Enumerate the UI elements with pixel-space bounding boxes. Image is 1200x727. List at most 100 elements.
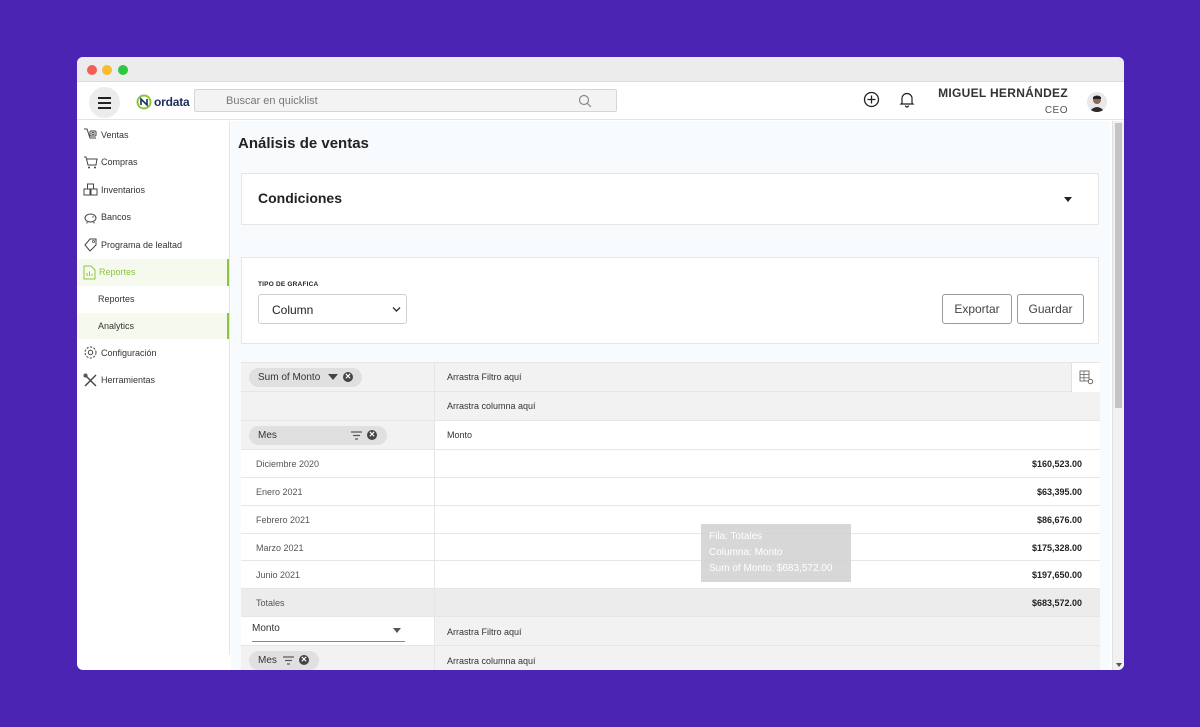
avatar[interactable] <box>1087 92 1107 112</box>
app-window: ordata Buscar en quicklist MIGUEL HERNÁN… <box>77 57 1124 670</box>
totals-row[interactable]: Totales $683,572.00 <box>241 589 1100 617</box>
cell-tooltip: Fila: Totales Columna: Monto Sum of Mont… <box>701 524 851 582</box>
maximize-window-button[interactable] <box>118 65 128 75</box>
piggy-bank-icon <box>84 213 97 224</box>
filter-drop-zone-2[interactable]: Arrastra Filtro aquí <box>447 627 522 637</box>
table-settings-button[interactable] <box>1071 363 1100 393</box>
top-header: ordata Buscar en quicklist MIGUEL HERNÁN… <box>77 83 1124 120</box>
main-content: Análisis de ventas Condiciones TIPO DE G… <box>231 121 1110 670</box>
table-row[interactable]: Febrero 2021 $86,676.00 <box>241 506 1100 534</box>
sidebar-subitem-reportes[interactable]: Reportes <box>77 286 229 313</box>
measure-dropdown[interactable]: Monto <box>252 623 405 642</box>
caret-down-icon[interactable] <box>1064 197 1072 202</box>
row-value: $86,676.00 <box>1036 515 1082 525</box>
filter-icon[interactable] <box>283 656 294 665</box>
remove-chip-icon[interactable]: ✕ <box>367 430 377 440</box>
save-button[interactable]: Guardar <box>1017 294 1084 324</box>
sidebar-item-label: Inventarios <box>101 184 146 195</box>
remove-chip-icon[interactable]: ✕ <box>343 372 353 382</box>
minimize-window-button[interactable] <box>102 65 112 75</box>
table-row[interactable]: Enero 2021 $63,395.00 <box>241 478 1100 506</box>
chevron-down-icon <box>392 307 401 312</box>
sidebar-item-label: Reportes <box>99 267 136 278</box>
remove-chip-icon[interactable]: ✕ <box>299 655 309 665</box>
scrollbar-thumb[interactable] <box>1115 123 1122 408</box>
chart-type-label: TIPO DE GRAFICA <box>258 281 319 288</box>
sidebar-item-reportes[interactable]: Reportes <box>77 258 229 286</box>
sidebar-item-label: Compras <box>101 157 138 168</box>
filter-icon[interactable] <box>351 431 362 440</box>
brand-logo[interactable]: ordata <box>136 94 190 110</box>
tooltip-row: Fila: Totales <box>709 531 763 542</box>
search-icon[interactable] <box>578 94 592 108</box>
row-label: Febrero 2021 <box>256 515 311 525</box>
logo-mark-icon <box>136 94 152 110</box>
sidebar-subitem-label: Analytics <box>98 320 135 331</box>
table-row[interactable]: Junio 2021 $197,650.00 <box>241 561 1100 589</box>
sidebar-item-label: Bancos <box>101 212 132 223</box>
scroll-down-arrow-icon[interactable] <box>1116 663 1122 667</box>
title-bar <box>77 57 1124 82</box>
totals-label: Totales <box>256 598 285 608</box>
row-value: $175,328.00 <box>1031 543 1082 553</box>
sidebar-item-ventas[interactable]: Ventas <box>77 121 229 149</box>
pivot-column-drop-row: Arrastra columna aquí <box>241 392 1100 421</box>
sales-icon <box>84 128 97 139</box>
sidebar-item-bancos[interactable]: Bancos <box>77 204 229 232</box>
totals-value: $683,572.00 <box>1031 598 1082 608</box>
table-settings-icon <box>1079 370 1093 385</box>
filter-drop-zone[interactable]: Arrastra Filtro aquí <box>447 372 522 382</box>
boxes-icon <box>83 183 98 196</box>
cart-icon <box>84 156 98 169</box>
column-drop-zone[interactable]: Arrastra columna aquí <box>447 401 536 411</box>
row-label: Marzo 2021 <box>256 543 304 553</box>
sidebar-item-label: Programa de lealtad <box>101 239 183 250</box>
value-field-chip[interactable]: Sum of Monto ✕ <box>249 368 362 387</box>
gear-icon <box>84 346 97 359</box>
user-avatar-icon <box>1089 95 1105 112</box>
row-value: $63,395.00 <box>1036 487 1082 497</box>
conditions-panel[interactable]: Condiciones <box>241 173 1099 225</box>
table-row[interactable]: Marzo 2021 $175,328.00 <box>241 534 1100 561</box>
row-field-chip-2[interactable]: Mes ✕ <box>249 651 319 670</box>
sidebar-item-label: Herramientas <box>101 375 156 386</box>
chart-type-select[interactable]: Column <box>258 294 407 324</box>
column-drop-zone-2[interactable]: Arrastra columna aquí <box>447 656 536 666</box>
sidebar-item-configuracion[interactable]: Configuración <box>77 339 229 367</box>
sidebar-item-lealtad[interactable]: Programa de lealtad <box>77 231 229 259</box>
chip-label: Sum of Monto <box>258 372 321 383</box>
measure-value: Monto <box>252 623 280 634</box>
add-icon[interactable] <box>863 91 880 108</box>
chip-label: Mes <box>258 655 277 666</box>
row-label: Diciembre 2020 <box>256 459 320 469</box>
vertical-scrollbar[interactable] <box>1112 121 1124 670</box>
table-row[interactable]: Diciembre 2020 $160,523.00 <box>241 450 1100 478</box>
notifications-bell-icon[interactable] <box>899 91 915 108</box>
export-button[interactable]: Exportar <box>942 294 1012 324</box>
hamburger-menu-button[interactable] <box>89 87 120 118</box>
sidebar-subitem-label: Reportes <box>98 294 135 305</box>
close-window-button[interactable] <box>87 65 97 75</box>
row-field-chip[interactable]: Mes ✕ <box>249 426 387 445</box>
search-bar[interactable]: Buscar en quicklist <box>194 89 617 112</box>
pivot-table: Sum of Monto ✕ Arrastra Filtro aquí Arra… <box>241 362 1100 670</box>
report-icon <box>83 265 96 280</box>
pivot2-filter-row: Monto Arrastra Filtro aquí <box>241 617 1100 646</box>
sidebar-item-compras[interactable]: Compras <box>77 149 229 177</box>
search-input[interactable]: Buscar en quicklist <box>226 95 318 107</box>
caret-down-icon <box>393 628 401 633</box>
sidebar-item-herramientas[interactable]: Herramientas <box>77 367 229 395</box>
row-value: $197,650.00 <box>1031 570 1082 580</box>
brand-name: ordata <box>154 95 190 109</box>
pivot-filter-row: Sum of Monto ✕ Arrastra Filtro aquí <box>241 362 1100 393</box>
tooltip-sum: Sum of Monto: $683,572.00 <box>709 563 833 574</box>
sidebar-subitem-analytics[interactable]: Analytics <box>77 312 229 339</box>
sort-down-icon[interactable] <box>328 374 338 380</box>
sidebar-item-inventarios[interactable]: Inventarios <box>77 176 229 204</box>
row-value: $160,523.00 <box>1031 459 1082 469</box>
user-role: CEO <box>1044 105 1068 116</box>
row-label: Enero 2021 <box>256 487 303 497</box>
sidebar-item-label: Configuración <box>101 347 157 358</box>
page-title: Análisis de ventas <box>238 135 369 152</box>
row-label: Junio 2021 <box>256 570 301 580</box>
